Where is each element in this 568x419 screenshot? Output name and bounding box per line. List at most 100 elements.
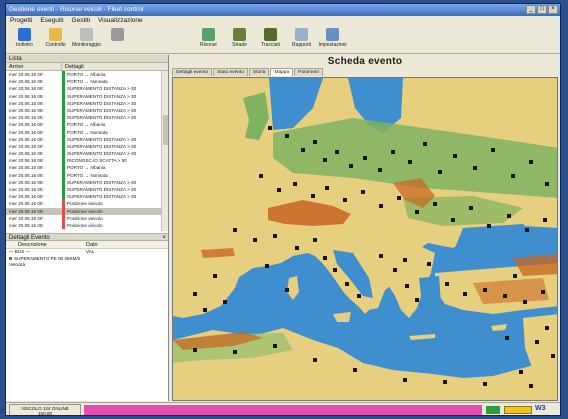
toolbar-button-8[interactable]: Impostazioni [317, 27, 348, 53]
tab-storia[interactable]: Storia [248, 68, 270, 76]
vehicle-marker[interactable] [379, 254, 383, 258]
vehicle-marker[interactable] [415, 210, 419, 214]
vehicle-marker[interactable] [403, 378, 407, 382]
vehicle-marker[interactable] [203, 308, 207, 312]
column-header-dettagli[interactable]: Dettagli [62, 63, 168, 70]
column-header-arrivo[interactable]: Arrivo [6, 63, 62, 70]
vehicle-marker[interactable] [397, 196, 401, 200]
vehicle-marker[interactable] [293, 182, 297, 186]
vehicle-marker[interactable] [323, 158, 327, 162]
event-row[interactable]: mer 20.06.16 09: SUPERAMENTO DISTANZA > 3… [6, 114, 168, 122]
vehicle-marker[interactable] [473, 166, 477, 170]
vehicle-marker[interactable] [285, 288, 289, 292]
vehicle-marker[interactable] [353, 368, 357, 372]
vehicle-marker[interactable] [335, 150, 339, 154]
event-row[interactable]: mer 20.06.16 09: SUPERAMENTO DISTANZA > 3… [6, 106, 168, 115]
toolbar-button-3[interactable] [102, 27, 133, 53]
event-row[interactable]: mer 20.06.16 09: PORTO → Albania [6, 164, 168, 172]
vehicle-marker[interactable] [285, 134, 289, 138]
map-view[interactable] [172, 77, 558, 401]
vehicle-marker[interactable] [408, 160, 412, 164]
vehicle-marker[interactable] [193, 348, 197, 352]
vehicle-marker[interactable] [265, 264, 269, 268]
vehicle-marker[interactable] [453, 154, 457, 158]
vehicle-marker[interactable] [469, 206, 473, 210]
toolbar-button-2[interactable]: Monitoraggio [71, 27, 102, 53]
vehicle-marker[interactable] [301, 148, 305, 152]
menu-item-progetti[interactable]: Progetti [10, 17, 32, 25]
vehicle-marker[interactable] [259, 174, 263, 178]
vehicle-marker[interactable] [545, 182, 549, 186]
event-row[interactable]: mer 20.06.16 09: RICONOSC.IO SCATTA > 50 [6, 157, 168, 165]
event-row[interactable]: mer 20.06.16 09: Posizione veicolo [6, 214, 168, 222]
close-button[interactable]: × [548, 5, 558, 14]
vehicle-marker[interactable] [345, 282, 349, 286]
vehicle-marker[interactable] [357, 294, 361, 298]
vehicle-marker[interactable] [491, 148, 495, 152]
event-row[interactable]: mer 20.06.16 09: SUPERAMENTO DISTANZA > 3… [6, 150, 168, 158]
menu-item-gestiti[interactable]: Gestiti [72, 17, 90, 25]
event-row[interactable]: mer 20.06.16 09: SUPERAMENTO DISTANZA > 3… [6, 85, 168, 93]
vehicle-marker[interactable] [313, 238, 317, 242]
vehicle-marker[interactable] [313, 358, 317, 362]
vehicle-marker[interactable] [545, 326, 549, 330]
vehicle-marker[interactable] [253, 238, 257, 242]
event-row[interactable]: mer 20.06.16 09: SUPERAMENTO DISTANZA > 3… [6, 92, 168, 100]
vehicle-marker[interactable] [523, 300, 527, 304]
vehicle-marker[interactable] [451, 218, 455, 222]
tab-dettagli-evento[interactable]: Dettagli evento [172, 68, 212, 76]
vehicle-marker[interactable] [541, 290, 545, 294]
event-row[interactable]: mer 20.06.16 09: PORTO → Nonnata [6, 78, 168, 86]
vehicle-marker[interactable] [525, 228, 529, 232]
vehicle-marker[interactable] [535, 340, 539, 344]
maximize-button[interactable]: □ [537, 5, 547, 14]
vehicle-marker[interactable] [268, 126, 272, 130]
vehicle-marker[interactable] [423, 142, 427, 146]
vehicle-marker[interactable] [391, 150, 395, 154]
event-list-scrollbar[interactable] [161, 71, 168, 231]
vehicle-marker[interactable] [511, 174, 515, 178]
vehicle-marker[interactable] [379, 204, 383, 208]
vehicle-marker[interactable] [323, 256, 327, 260]
map-canvas[interactable] [173, 78, 558, 401]
vehicle-marker[interactable] [325, 186, 329, 190]
vehicle-marker[interactable] [415, 298, 419, 302]
vehicle-marker[interactable] [445, 282, 449, 286]
vehicle-marker[interactable] [529, 384, 533, 388]
event-row[interactable]: mer 20.06.16 09: Posizione veicolo [6, 200, 168, 208]
event-row[interactable]: mer 20.06.16 09: PORTO → Albania [6, 121, 168, 129]
vehicle-marker[interactable] [483, 288, 487, 292]
toolbar-button-7[interactable]: Rapporti [286, 27, 317, 53]
minimize-button[interactable]: _ [526, 5, 536, 14]
vehicle-marker[interactable] [333, 268, 337, 272]
event-row[interactable]: mer 20.06.16 09: SUPERAMENTO DISTANZA > 3… [6, 135, 168, 143]
event-row[interactable]: mer 20.06.16 09: SUPERAMENTO DISTANZA > 3… [6, 99, 168, 107]
vehicle-marker[interactable] [361, 190, 365, 194]
vehicle-marker[interactable] [277, 188, 281, 192]
event-row[interactable]: mer 20.06.16 09: SUPERAMENTO DISTANZA > 3… [6, 193, 168, 201]
scrollbar-thumb[interactable] [163, 115, 168, 145]
vehicle-marker[interactable] [427, 262, 431, 266]
vehicle-marker[interactable] [233, 228, 237, 232]
vehicle-marker[interactable] [295, 246, 299, 250]
vehicle-marker[interactable] [405, 284, 409, 288]
toolbar-button-0[interactable]: Indietro [9, 27, 40, 53]
detail-close-icon[interactable]: × [162, 234, 166, 242]
vehicle-marker[interactable] [543, 218, 547, 222]
vehicle-marker[interactable] [349, 164, 353, 168]
event-row[interactable]: mer 20.06.16 09: Posizione veicolo [6, 221, 168, 230]
vehicle-marker[interactable] [551, 354, 555, 358]
menu-item-visualizzazione[interactable]: Visualizzazione [98, 17, 143, 25]
vehicle-marker[interactable] [273, 344, 277, 348]
vehicle-marker[interactable] [433, 202, 437, 206]
vehicle-marker[interactable] [519, 370, 523, 374]
tab-stato-evento[interactable]: Stato evento [213, 68, 248, 76]
vehicle-marker[interactable] [311, 194, 315, 198]
vehicle-marker[interactable] [443, 380, 447, 384]
vehicle-marker[interactable] [507, 214, 511, 218]
vehicle-marker[interactable] [213, 274, 217, 278]
vehicle-marker[interactable] [363, 156, 367, 160]
toolbar-button-5[interactable]: Strade [224, 27, 255, 53]
vehicle-marker[interactable] [343, 198, 347, 202]
vehicle-marker[interactable] [393, 268, 397, 272]
